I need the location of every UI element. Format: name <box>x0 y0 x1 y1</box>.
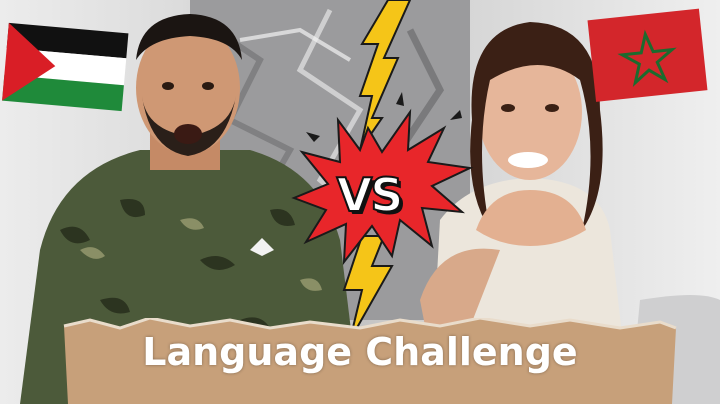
versus-label: VS <box>336 167 405 223</box>
thumbnail-image: VS Language Challenge <box>0 0 720 404</box>
video-title-caption: Language Challenge <box>142 330 578 374</box>
